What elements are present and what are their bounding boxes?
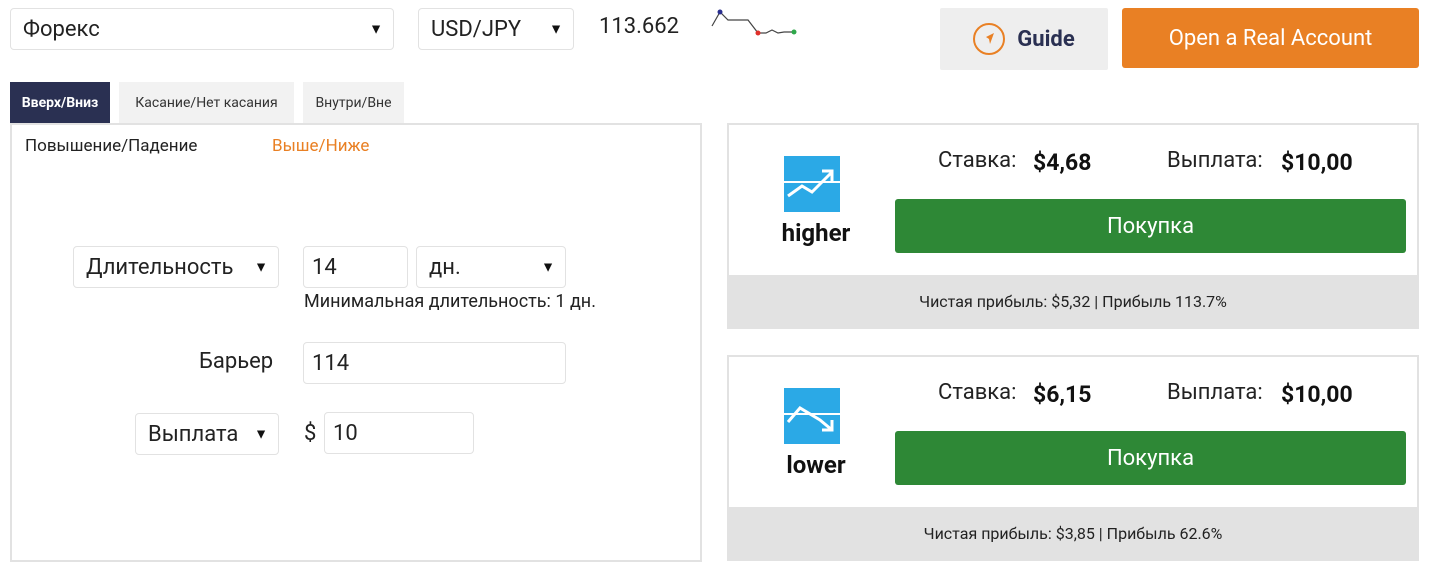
buy-higher-button[interactable]: Покупка bbox=[895, 199, 1406, 253]
sparkline-last-dot bbox=[791, 29, 797, 35]
subtab-rise-fall[interactable]: Повышение/Падение bbox=[25, 136, 197, 156]
contract-name: higher bbox=[781, 219, 851, 247]
amount-type-value: Выплата bbox=[148, 421, 239, 447]
chevron-down-icon: ▼ bbox=[254, 426, 268, 443]
spot-sparkline bbox=[711, 9, 797, 36]
compass-icon bbox=[973, 23, 1006, 55]
amount-input[interactable]: 10 bbox=[324, 412, 474, 454]
buy-button-label: Покупка bbox=[1106, 213, 1195, 239]
chevron-down-icon: ▼ bbox=[549, 21, 563, 38]
stake-value: $4,68 bbox=[1033, 149, 1092, 176]
stake-label: Ставка: bbox=[938, 380, 1017, 405]
duration-type-select[interactable]: Длительность ▼ bbox=[73, 246, 279, 288]
tab-label: Вверх/Вниз bbox=[21, 95, 99, 111]
sparkline-high-dot bbox=[717, 9, 723, 15]
tab-touch-no-touch[interactable]: Касание/Нет касания bbox=[119, 82, 294, 124]
payout-label: Выплата: bbox=[1167, 148, 1263, 173]
guide-button-label: Guide bbox=[1017, 26, 1075, 52]
duration-type-value: Длительность bbox=[86, 254, 234, 280]
tab-in-out[interactable]: Внутри/Вне bbox=[303, 82, 404, 124]
duration-input[interactable]: 14 bbox=[303, 246, 408, 288]
duration-input-value: 14 bbox=[312, 254, 337, 280]
guide-button[interactable]: Guide bbox=[940, 8, 1108, 70]
profit-summary: Чистая прибыль: $3,85 | Прибыль 62.6% bbox=[729, 507, 1417, 559]
subtab-higher-lower[interactable]: Выше/Ниже bbox=[272, 136, 369, 156]
chevron-down-icon: ▼ bbox=[369, 21, 383, 38]
payout-value: $10,00 bbox=[1281, 149, 1353, 176]
open-real-account-button[interactable]: Open a Real Account bbox=[1122, 8, 1419, 68]
tab-up-down[interactable]: Вверх/Вниз bbox=[10, 82, 110, 124]
tab-label: Касание/Нет касания bbox=[135, 95, 278, 111]
buy-button-label: Покупка bbox=[1106, 445, 1195, 471]
profit-summary: Чистая прибыль: $5,32 | Прибыль 113.7% bbox=[729, 275, 1417, 327]
contract-card-higher: higher Ставка: $4,68 Выплата: $10,00 Пок… bbox=[727, 123, 1419, 329]
duration-unit-value: дн. bbox=[429, 254, 461, 280]
barrier-label: Барьер bbox=[199, 349, 274, 374]
chevron-down-icon: ▼ bbox=[254, 259, 268, 276]
symbol-select[interactable]: USD/JPY ▼ bbox=[418, 8, 574, 50]
min-duration-hint: Минимальная длительность: 1 дн. bbox=[304, 291, 596, 312]
amount-input-value: 10 bbox=[333, 420, 358, 446]
stake-label: Ставка: bbox=[938, 148, 1017, 173]
payout-value: $10,00 bbox=[1281, 381, 1353, 408]
sparkline-low-dot bbox=[755, 30, 761, 36]
arrow-down-trend-icon bbox=[784, 388, 840, 444]
market-select[interactable]: Форекс ▼ bbox=[10, 8, 394, 50]
tab-label: Внутри/Вне bbox=[315, 95, 392, 111]
contract-card-lower: lower Ставка: $6,15 Выплата: $10,00 Поку… bbox=[727, 355, 1419, 561]
spot-price: 113.662 bbox=[599, 14, 679, 39]
buy-lower-button[interactable]: Покупка bbox=[895, 431, 1406, 485]
duration-unit-select[interactable]: дн. ▼ bbox=[416, 246, 566, 288]
symbol-select-value: USD/JPY bbox=[431, 16, 522, 42]
barrier-input-value: 114 bbox=[312, 350, 350, 376]
market-select-value: Форекс bbox=[23, 16, 100, 42]
stake-value: $6,15 bbox=[1033, 381, 1092, 408]
barrier-input[interactable]: 114 bbox=[303, 342, 566, 384]
arrow-up-trend-icon bbox=[784, 156, 840, 212]
contract-name: lower bbox=[786, 451, 846, 479]
currency-symbol: $ bbox=[304, 421, 317, 446]
payout-label: Выплата: bbox=[1167, 380, 1263, 405]
amount-type-select[interactable]: Выплата ▼ bbox=[135, 413, 279, 455]
chevron-down-icon: ▼ bbox=[541, 259, 555, 276]
open-real-account-label: Open a Real Account bbox=[1168, 25, 1373, 51]
